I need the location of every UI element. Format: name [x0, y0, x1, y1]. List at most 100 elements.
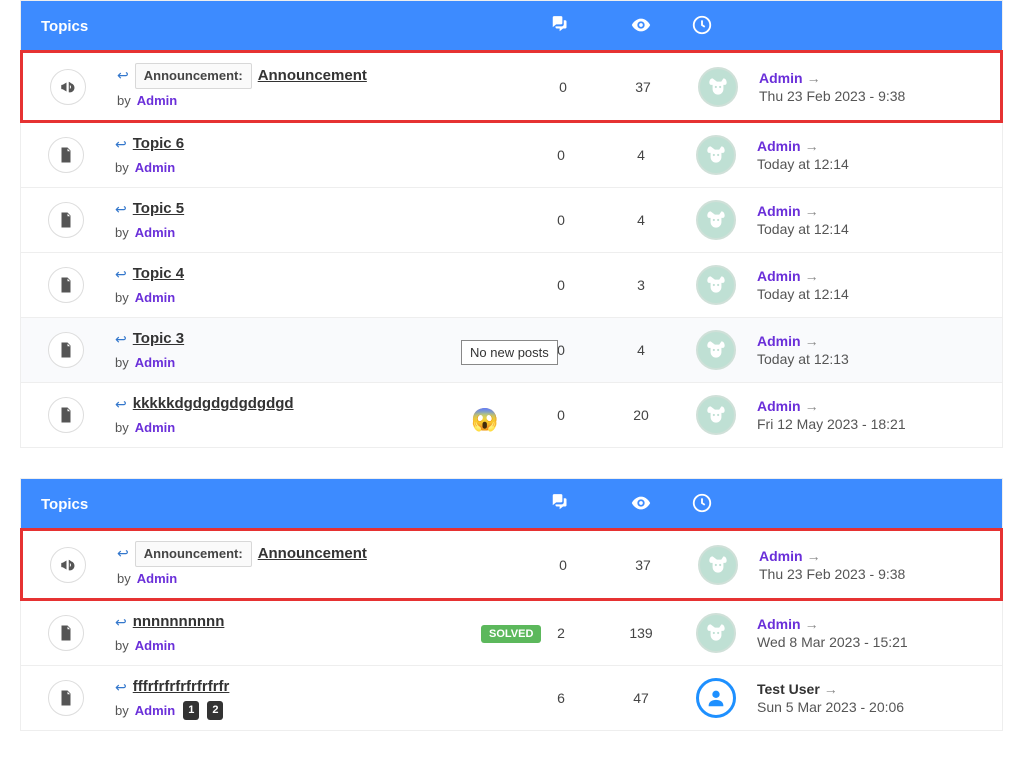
last-post-date: Today at 12:14 [757, 156, 1002, 172]
last-post-date: Thu 23 Feb 2023 - 9:38 [759, 88, 1000, 104]
avatar[interactable] [698, 545, 738, 585]
avatar[interactable] [696, 200, 736, 240]
views-count: 4 [601, 147, 681, 163]
last-post-cell: Admin → Today at 12:13 [751, 333, 1002, 367]
goto-last-post-icon[interactable]: → [805, 398, 819, 414]
topic-cell: ↩ Topic 3 by Admin [111, 328, 521, 372]
avatar-cell [683, 545, 753, 585]
avatar[interactable] [696, 135, 736, 175]
row-status-cell [23, 547, 113, 583]
replies-count: 😱 0 [521, 407, 601, 423]
last-post-author-link[interactable]: Admin [759, 548, 803, 564]
header-col-views [601, 492, 681, 517]
last-post-author-link[interactable]: Admin [759, 70, 803, 86]
solved-badge: SOLVED [481, 625, 541, 643]
topic-title-link[interactable]: fffrfrfrfrfrfrfrfr [133, 676, 230, 699]
avatar[interactable] [696, 613, 736, 653]
avatar-cell [681, 613, 751, 653]
topic-cell: ↩ kkkkkdgdgdgdgdgdgd by Admin [111, 393, 521, 437]
reply-arrow-icon[interactable]: ↩ [115, 134, 127, 155]
avatar[interactable] [698, 67, 738, 107]
megaphone-icon [50, 547, 86, 583]
doc-icon [48, 137, 84, 173]
by-label: by [115, 288, 129, 308]
avatar-cell [683, 67, 753, 107]
last-post-author[interactable]: Test User [757, 681, 820, 697]
topic-title-link[interactable]: Topic 3 [133, 328, 184, 351]
goto-last-post-icon[interactable]: → [805, 203, 819, 219]
topic-title-link[interactable]: kkkkkdgdgdgdgdgdgd [133, 393, 294, 416]
goto-last-post-icon[interactable]: → [805, 333, 819, 349]
reply-arrow-icon[interactable]: ↩ [115, 264, 127, 285]
topic-author-link[interactable]: Admin [135, 418, 175, 438]
reply-arrow-icon[interactable]: ↩ [117, 543, 129, 564]
by-label: by [115, 701, 129, 721]
no-new-posts-tooltip: No new posts [461, 340, 558, 365]
topics-header: Topics [21, 479, 1002, 529]
last-post-author-link[interactable]: Admin [757, 268, 801, 284]
last-post-cell: Test User → Sun 5 Mar 2023 - 20:06 [751, 681, 1002, 715]
topic-author-link[interactable]: Admin [137, 91, 177, 111]
topic-title-link[interactable]: nnnnnnnnnn [133, 611, 225, 634]
reply-arrow-icon[interactable]: ↩ [115, 394, 127, 415]
views-count: 37 [603, 79, 683, 95]
last-post-author-link[interactable]: Admin [757, 203, 801, 219]
last-post-date: Sun 5 Mar 2023 - 20:06 [757, 699, 1002, 715]
goto-last-post-icon[interactable]: → [805, 138, 819, 154]
reply-arrow-icon[interactable]: ↩ [115, 199, 127, 220]
last-post-date: Today at 12:14 [757, 286, 1002, 302]
replies-count: 0 [521, 147, 601, 163]
avatar-cell [681, 678, 751, 718]
topic-title-link[interactable]: Announcement [258, 543, 367, 566]
last-post-author-link[interactable]: Admin [757, 138, 801, 154]
topic-author-link[interactable]: Admin [137, 569, 177, 589]
last-post-cell: Admin → Wed 8 Mar 2023 - 15:21 [751, 616, 1002, 650]
topic-title-link[interactable]: Announcement [258, 65, 367, 88]
topic-title-link[interactable]: Topic 4 [133, 263, 184, 286]
by-label: by [115, 223, 129, 243]
page-badge[interactable]: 1 [183, 701, 199, 720]
reply-arrow-icon[interactable]: ↩ [117, 65, 129, 86]
last-post-cell: Admin → Today at 12:14 [751, 138, 1002, 172]
reply-arrow-icon[interactable]: ↩ [115, 612, 127, 633]
avatar-cell [681, 135, 751, 175]
topics-section: Topics ↩ Announcement: Announcement by A… [20, 0, 1003, 448]
avatar[interactable] [696, 265, 736, 305]
topic-author-link[interactable]: Admin [135, 701, 175, 721]
last-post-date: Fri 12 May 2023 - 18:21 [757, 416, 1002, 432]
goto-last-post-icon[interactable]: → [807, 548, 821, 564]
goto-last-post-icon[interactable]: → [824, 681, 838, 697]
topic-author-link[interactable]: Admin [135, 353, 175, 373]
avatar[interactable] [696, 395, 736, 435]
page-badge[interactable]: 2 [207, 701, 223, 720]
doc-icon [48, 680, 84, 716]
goto-last-post-icon[interactable]: → [807, 70, 821, 86]
reply-arrow-icon[interactable]: ↩ [115, 329, 127, 350]
topics-header-title: Topics [41, 496, 521, 513]
topic-row: ↩ Topic 3 by Admin No new posts 0 4 Admi… [21, 317, 1002, 382]
header-col-replies [521, 14, 601, 39]
goto-last-post-icon[interactable]: → [805, 616, 819, 632]
topic-cell: ↩ Topic 6 by Admin [111, 133, 521, 177]
views-count: 139 [601, 625, 681, 641]
topics-header: Topics [21, 1, 1002, 51]
avatar[interactable] [696, 330, 736, 370]
last-post-cell: Admin → Thu 23 Feb 2023 - 9:38 [753, 70, 1000, 104]
topic-title-link[interactable]: Topic 5 [133, 198, 184, 221]
topic-title-link[interactable]: Topic 6 [133, 133, 184, 156]
last-post-author-link[interactable]: Admin [757, 616, 801, 632]
topic-author-link[interactable]: Admin [135, 288, 175, 308]
last-post-author-link[interactable]: Admin [757, 333, 801, 349]
replies-count: 6 [521, 690, 601, 706]
avatar[interactable] [696, 678, 736, 718]
goto-last-post-icon[interactable]: → [805, 268, 819, 284]
topic-author-link[interactable]: Admin [135, 158, 175, 178]
last-post-author-link[interactable]: Admin [757, 398, 801, 414]
topic-cell: ↩ Announcement: Announcement by Admin [113, 541, 523, 588]
last-post-cell: Admin → Fri 12 May 2023 - 18:21 [751, 398, 1002, 432]
doc-icon [48, 332, 84, 368]
topic-author-link[interactable]: Admin [135, 223, 175, 243]
last-post-date: Today at 12:14 [757, 221, 1002, 237]
topic-author-link[interactable]: Admin [135, 636, 175, 656]
reply-arrow-icon[interactable]: ↩ [115, 677, 127, 698]
